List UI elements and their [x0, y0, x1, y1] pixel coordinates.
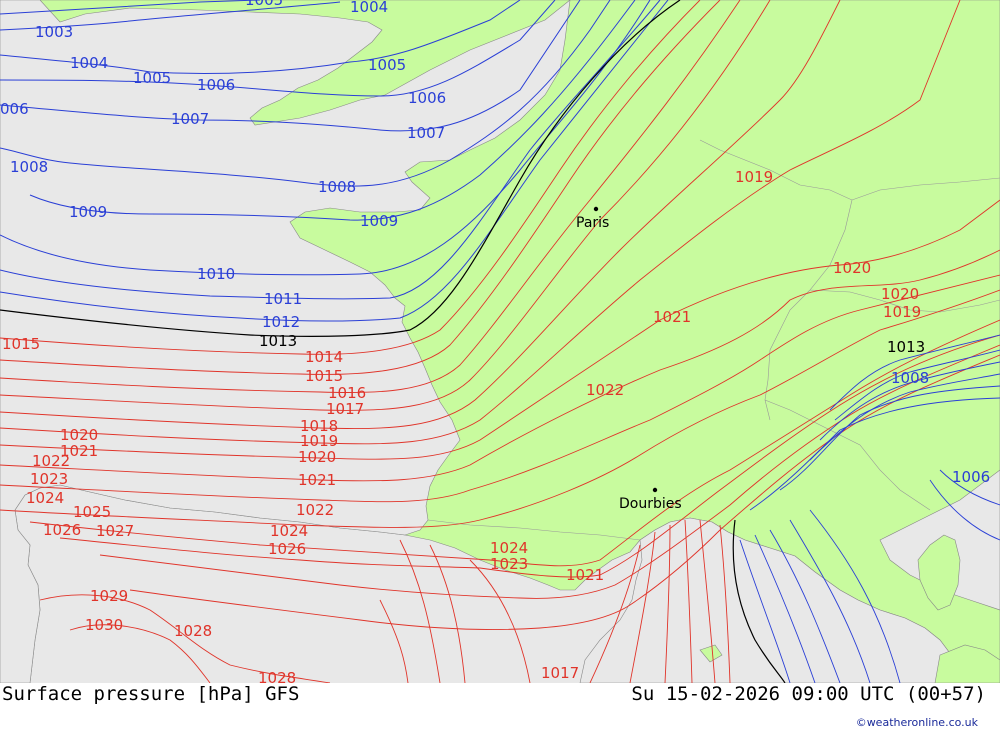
map-footer: Surface pressure [hPa] GFS Su 15-02-2026… [0, 683, 1000, 733]
credit-link[interactable]: ©weatheronline.co.uk [856, 716, 978, 729]
label-1029: 1029 [90, 587, 128, 605]
label-1021: 1021 [566, 566, 604, 584]
label-1011: 1011 [264, 290, 302, 308]
label-1020: 1020 [298, 448, 336, 466]
city-label-dourbies: Dourbies [619, 496, 682, 512]
label-1017: 1017 [326, 400, 364, 418]
label-1026: 1026 [268, 540, 306, 558]
label-1007: 1007 [171, 110, 209, 128]
label-1025: 1025 [73, 503, 111, 521]
label-1014: 1014 [305, 348, 343, 366]
label-1010: 1010 [197, 265, 235, 283]
label-1021: 1021 [298, 471, 336, 489]
label-1009: 1009 [360, 212, 398, 230]
map-datetime: Su 15-02-2026 09:00 UTC (00+57) [631, 683, 986, 705]
label-1019: 1019 [735, 168, 773, 186]
label-1013: 1013 [887, 338, 925, 356]
label-1022: 1022 [586, 381, 624, 399]
label-1019: 1019 [883, 303, 921, 321]
label-1004: 1004 [350, 0, 388, 16]
paris-marker [593, 206, 599, 212]
label-1024: 1024 [270, 522, 308, 540]
map-title: Surface pressure [hPa] GFS [2, 683, 300, 705]
dourbies-marker [652, 487, 658, 493]
label-1006: 1006 [197, 76, 235, 94]
label-1020: 1020 [881, 285, 919, 303]
label-1027: 1027 [96, 522, 134, 540]
label-1015: 1015 [2, 335, 40, 353]
label-1008: 1008 [891, 369, 929, 387]
label-1009: 1009 [69, 203, 107, 221]
label-1028: 1028 [174, 622, 212, 640]
label-1024: 1024 [26, 489, 64, 507]
label-1006: 1006 [408, 89, 446, 107]
label-1030: 1030 [85, 616, 123, 634]
label-1023: 1023 [30, 470, 68, 488]
label-1021: 1021 [653, 308, 691, 326]
weather-map: 1003 1004 1004 1005 1005 1005 006 1006 1… [0, 0, 1000, 683]
label-1004: 1004 [70, 54, 108, 72]
label-1024: 1024 [490, 539, 528, 557]
label-1012: 1012 [262, 313, 300, 331]
label-1005: 1005 [245, 0, 283, 9]
label-1005: 1005 [133, 69, 171, 87]
label-1005: 1005 [368, 56, 406, 74]
label-1006: 1006 [952, 468, 990, 486]
label-1003: 1003 [35, 23, 73, 41]
label-1022: 1022 [32, 452, 70, 470]
label-1008: 1008 [318, 178, 356, 196]
label-1015: 1015 [305, 367, 343, 385]
label-1020: 1020 [833, 259, 871, 277]
label-1007: 1007 [407, 124, 445, 142]
label-1008: 1008 [10, 158, 48, 176]
label-1013: 1013 [259, 332, 297, 350]
label-1028: 1028 [258, 669, 296, 683]
label-1022: 1022 [296, 501, 334, 519]
city-label-paris: Paris [576, 215, 609, 231]
pressure-map-svg: 1003 1004 1004 1005 1005 1005 006 1006 1… [0, 0, 1000, 683]
label-1026: 1026 [43, 521, 81, 539]
label-1023: 1023 [490, 555, 528, 573]
label-1006: 006 [0, 100, 29, 118]
label-1017: 1017 [541, 664, 579, 682]
